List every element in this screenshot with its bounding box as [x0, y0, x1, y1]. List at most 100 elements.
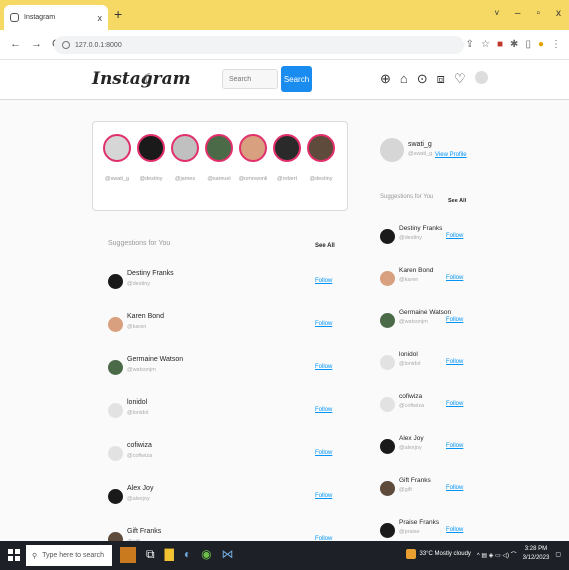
sidebar-follow-button[interactable]: Follow — [446, 233, 463, 239]
new-tab-button[interactable]: + — [114, 7, 122, 21]
suggestion-name[interactable]: Destiny Franks — [127, 270, 174, 277]
home-icon[interactable]: ⌂ — [400, 71, 408, 87]
see-all-link[interactable]: See All — [315, 243, 335, 249]
suggestion-avatar[interactable] — [108, 489, 123, 504]
sidebar-follow-button[interactable]: Follow — [446, 485, 463, 491]
edge-browser-icon[interactable]: ◐ — [184, 547, 191, 563]
follow-button[interactable]: Follow — [315, 493, 332, 499]
chrome-browser-icon[interactable]: ◉ — [201, 547, 211, 563]
weather-widget[interactable]: 33°C Mostly cloudy — [406, 549, 471, 559]
follow-button[interactable]: Follow — [315, 364, 332, 370]
follow-button[interactable]: Follow — [315, 450, 332, 456]
story-avatar[interactable] — [137, 134, 165, 162]
suggestion-name[interactable]: Alex Joy — [127, 485, 153, 492]
heart-icon[interactable]: ♡ — [454, 71, 466, 87]
sidebar-suggestion-avatar[interactable] — [380, 229, 395, 244]
story-avatar[interactable] — [171, 134, 199, 162]
suggestion-avatar[interactable] — [108, 274, 123, 289]
profile-icon[interactable]: ● — [538, 39, 544, 50]
taskbar-search[interactable]: ⚲ Type here to search — [26, 545, 112, 566]
view-profile-link[interactable]: View Profile — [435, 152, 467, 158]
task-view-icon[interactable]: ⧉ — [146, 547, 155, 563]
suggestion-name[interactable]: Karen Bond — [127, 313, 164, 320]
sidebar-suggestion-avatar[interactable] — [380, 523, 395, 538]
sidebar-follow-button[interactable]: Follow — [446, 275, 463, 281]
tray-icons[interactable]: ^ ▤ ◈ ▭ ◁) ⌒ — [477, 550, 517, 559]
sidebar-suggestion-name[interactable]: cofiwiza — [399, 393, 422, 400]
close-window-button[interactable]: x — [556, 8, 561, 19]
sidebar-suggestion-name[interactable]: Alex Joy — [399, 435, 424, 442]
vscode-icon[interactable]: ⋈ — [222, 547, 234, 563]
sidebar-suggestion-avatar[interactable] — [380, 313, 395, 328]
sidebar-suggestion-avatar[interactable] — [380, 481, 395, 496]
story-item[interactable]: @robert — [271, 134, 303, 182]
file-explorer-icon[interactable]: ▇ — [165, 547, 174, 563]
story-item[interactable]: @swati_g — [101, 134, 133, 182]
sidebar-suggestion-name[interactable]: Gift Franks — [399, 477, 431, 484]
story-avatar[interactable] — [103, 134, 131, 162]
reels-icon[interactable]: ⧈ — [437, 71, 445, 87]
follow-button[interactable]: Follow — [315, 278, 332, 284]
url-field[interactable]: 127.0.0.1:8000 — [54, 36, 464, 54]
sidebar-suggestion-name[interactable]: Germaine Watson — [399, 309, 451, 316]
story-avatar[interactable] — [307, 134, 335, 162]
dark-mode-moon-icon[interactable]: ☾ — [142, 70, 156, 90]
windows-start-icon[interactable] — [8, 549, 20, 561]
sidebar-suggestion-name[interactable]: Karen Bond — [399, 267, 433, 274]
suggestion-name[interactable]: Gift Franks — [127, 528, 161, 535]
sidebar-follow-button[interactable]: Follow — [446, 317, 463, 323]
sidebar-suggestion-avatar[interactable] — [380, 397, 395, 412]
story-avatar[interactable] — [273, 134, 301, 162]
suggestion-name[interactable]: lonidol — [127, 399, 147, 406]
browser-tab[interactable]: Instagram x — [4, 5, 108, 30]
sidebar-follow-button[interactable]: Follow — [446, 443, 463, 449]
explore-compass-icon[interactable]: ⊙ — [417, 71, 428, 87]
puzzle-extensions-icon[interactable]: ✱ — [510, 39, 518, 50]
sidebar-follow-button[interactable]: Follow — [446, 401, 463, 407]
pinned-image-app-icon[interactable] — [120, 547, 136, 563]
close-tab-icon[interactable]: x — [98, 13, 103, 23]
extension-icon[interactable]: ■ — [497, 39, 503, 50]
sidebar-suggestion-avatar[interactable] — [380, 355, 395, 370]
system-clock[interactable]: 3:28 PM 3/12/2023 — [523, 545, 550, 563]
sidebar-suggestion-name[interactable]: Destiny Franks — [399, 225, 442, 232]
story-avatar[interactable] — [239, 134, 267, 162]
back-arrow-icon[interactable]: ← — [10, 38, 21, 50]
suggestion-avatar[interactable] — [108, 317, 123, 332]
current-user-avatar[interactable] — [380, 138, 404, 162]
suggestion-avatar[interactable] — [108, 446, 123, 461]
story-item[interactable]: @destiny — [305, 134, 337, 182]
search-input[interactable] — [222, 69, 278, 89]
story-item[interactable]: @omowonli — [237, 134, 269, 182]
sidebar-icon[interactable]: ▯ — [525, 39, 531, 50]
story-item[interactable]: @james — [169, 134, 201, 182]
search-button[interactable]: Search — [281, 66, 312, 92]
minimize-button[interactable]: – — [515, 8, 521, 19]
sidebar-see-all-link[interactable]: See All — [448, 198, 466, 204]
story-avatar[interactable] — [205, 134, 233, 162]
story-item[interactable]: @samuel — [203, 134, 235, 182]
sidebar-suggestion-avatar[interactable] — [380, 439, 395, 454]
sidebar-suggestion-avatar[interactable] — [380, 271, 395, 286]
notifications-icon[interactable]: ▢ — [555, 551, 561, 558]
menu-kebab-icon[interactable]: ⋮ — [551, 39, 561, 50]
suggestion-avatar[interactable] — [108, 360, 123, 375]
tab-search-icon[interactable]: v — [495, 8, 499, 19]
suggestion-name[interactable]: cofiwiza — [127, 442, 152, 449]
share-icon[interactable]: ⇪ — [466, 39, 474, 50]
site-info-icon[interactable] — [62, 41, 70, 49]
follow-button[interactable]: Follow — [315, 407, 332, 413]
follow-button[interactable]: Follow — [315, 321, 332, 327]
maximize-button[interactable]: ▫ — [536, 8, 540, 19]
story-item[interactable]: @destiny — [135, 134, 167, 182]
profile-avatar[interactable] — [474, 71, 488, 84]
sidebar-follow-button[interactable]: Follow — [446, 527, 463, 533]
forward-arrow-icon[interactable]: → — [31, 38, 42, 50]
add-post-icon[interactable]: ⊕ — [380, 71, 391, 87]
sidebar-follow-button[interactable]: Follow — [446, 359, 463, 365]
bookmark-star-icon[interactable]: ☆ — [481, 39, 490, 50]
sidebar-suggestion-name[interactable]: Praise Franks — [399, 519, 439, 526]
suggestion-name[interactable]: Germaine Watson — [127, 356, 183, 363]
suggestion-avatar[interactable] — [108, 403, 123, 418]
sidebar-suggestion-name[interactable]: lonidol — [399, 351, 418, 358]
